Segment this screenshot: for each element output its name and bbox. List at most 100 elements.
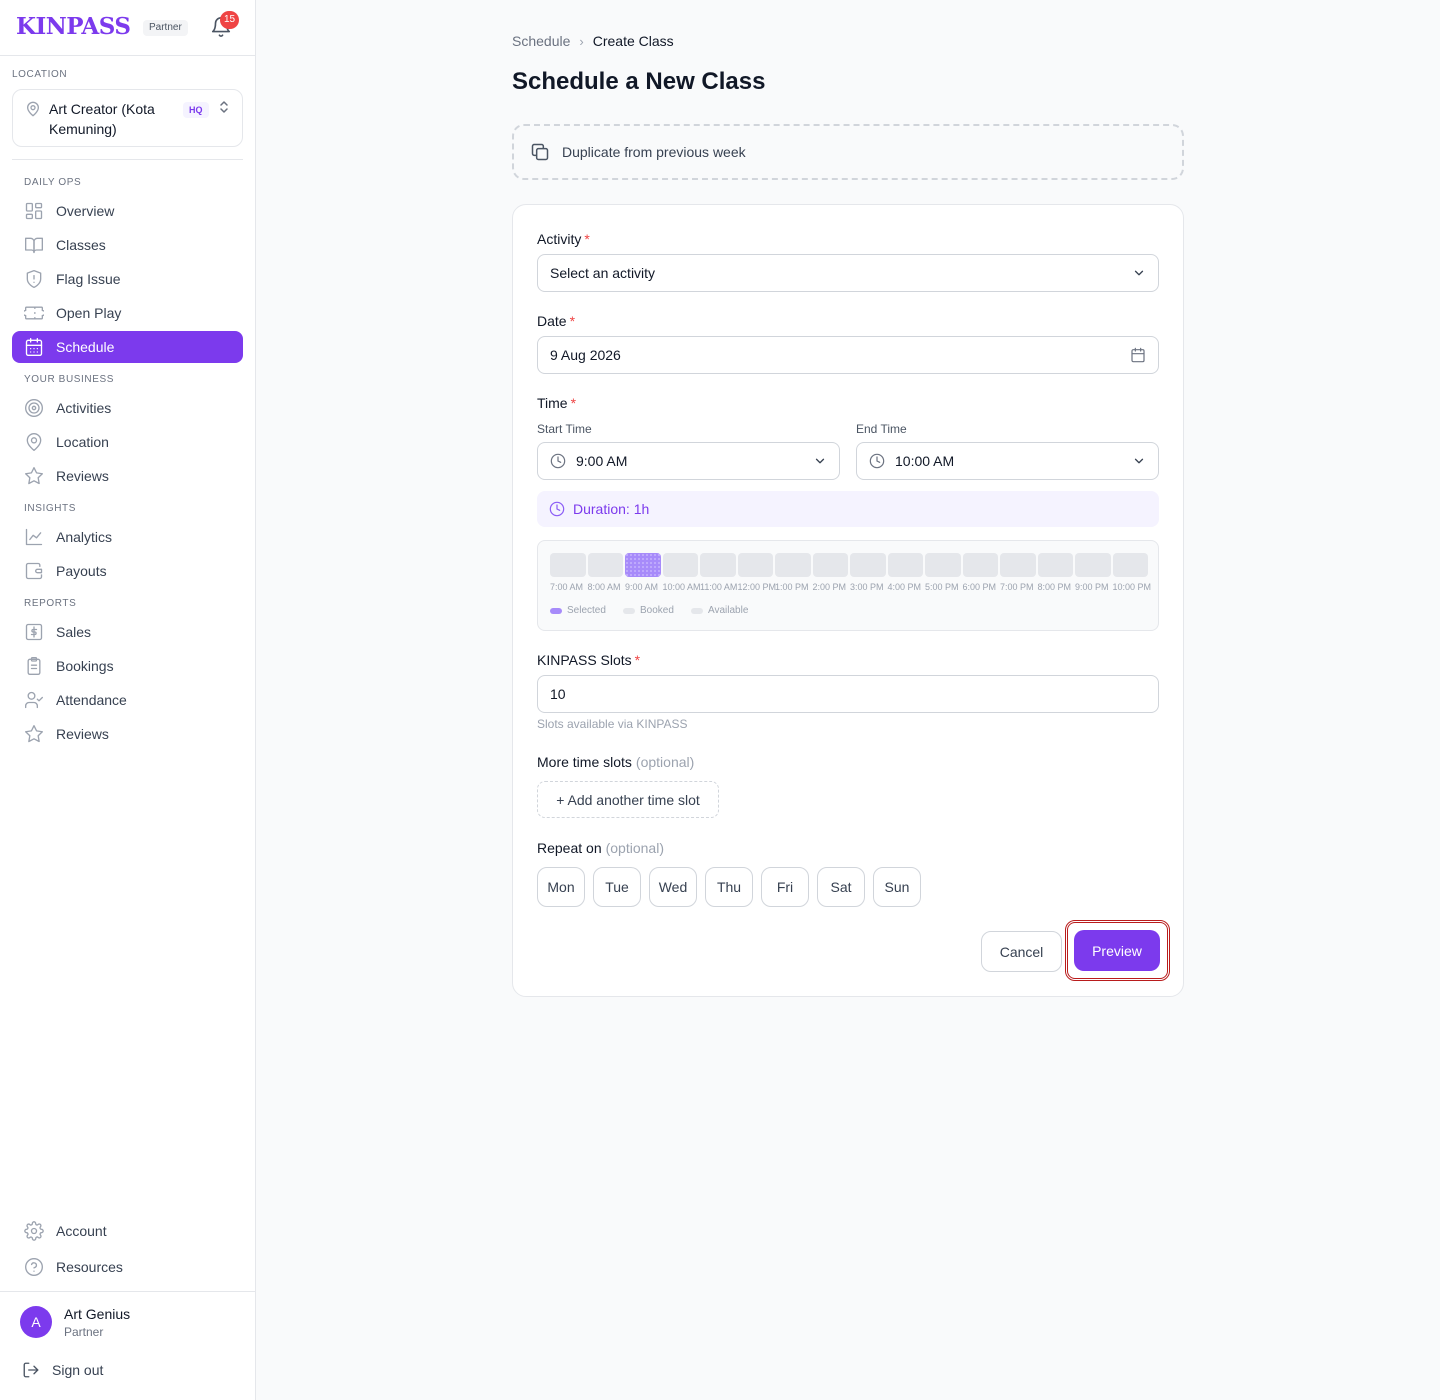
sidebar-item-attendance[interactable]: Attendance — [12, 684, 243, 716]
timeline-slot-selected[interactable] — [625, 553, 661, 577]
duplicate-previous-week-button[interactable]: Duplicate from previous week — [512, 124, 1184, 180]
chevron-down-icon — [1132, 266, 1146, 280]
location-name: Art Creator (Kota Kemuning) — [49, 101, 155, 137]
sidebar-item-label: Overview — [56, 203, 115, 219]
sidebar-item-bookings[interactable]: Bookings — [12, 650, 243, 682]
timeline-tick-label: 12:00 PM — [737, 582, 777, 592]
add-time-slot-button[interactable]: + Add another time slot — [537, 781, 719, 818]
help-circle-icon — [24, 1257, 44, 1277]
timeline-slot[interactable] — [1000, 553, 1036, 577]
sidebar-item-schedule[interactable]: Schedule — [12, 331, 243, 363]
sidebar-item-label: Bookings — [56, 658, 114, 674]
sidebar-item-label: Location — [56, 434, 109, 450]
timeline-tick-label: 5:00 PM — [925, 582, 959, 592]
timeline-slot[interactable] — [662, 553, 698, 577]
sidebar-item-location[interactable]: Location — [12, 426, 243, 458]
location-selector[interactable]: Art Creator (Kota Kemuning) HQ — [12, 89, 243, 147]
sidebar-item-label: Activities — [56, 400, 112, 416]
timeline-slot[interactable] — [850, 553, 886, 577]
timeline-tick-label: 4:00 PM — [887, 582, 922, 592]
duplicate-label: Duplicate from previous week — [562, 144, 746, 160]
start-time-select[interactable]: 9:00 AM — [537, 442, 840, 480]
timeline-slot[interactable] — [775, 553, 811, 577]
day-button-fri[interactable]: Fri — [761, 867, 809, 907]
clock-icon — [550, 453, 566, 469]
end-time-select[interactable]: 10:00 AM — [856, 442, 1159, 480]
timeline-slot[interactable] — [550, 553, 586, 577]
sign-out-label: Sign out — [52, 1362, 104, 1378]
timeline-slot[interactable] — [1112, 553, 1148, 577]
preview-button[interactable]: Preview — [1074, 930, 1160, 971]
activity-select-value: Select an activity — [550, 265, 656, 281]
timeline-slot[interactable] — [962, 553, 998, 577]
sidebar-item-reports-reviews[interactable]: Reviews — [12, 718, 243, 750]
timeline-tick-label: 8:00 AM — [587, 582, 621, 592]
timeline-slot[interactable] — [812, 553, 848, 577]
slots-value: 10 — [550, 686, 566, 702]
legend-swatch-available — [691, 607, 703, 614]
timeline-slot[interactable] — [925, 553, 961, 577]
sidebar-item-label: Analytics — [56, 529, 113, 545]
star-icon — [24, 466, 44, 486]
legend-swatch-selected — [550, 607, 562, 614]
copy-icon — [530, 142, 550, 162]
timeline-slot[interactable] — [587, 553, 623, 577]
sidebar-item-activities[interactable]: Activities — [12, 392, 243, 424]
sidebar-item-label: Open Play — [56, 305, 122, 321]
sidebar-item-resources[interactable]: Resources — [12, 1251, 243, 1283]
breadcrumb-schedule-link[interactable]: Schedule — [512, 33, 570, 49]
date-label: Date * — [537, 313, 576, 329]
legend-selected: Selected — [550, 605, 606, 616]
day-button-tue[interactable]: Tue — [593, 867, 641, 907]
sidebar-divider — [12, 159, 243, 160]
sidebar-item-analytics[interactable]: Analytics — [12, 521, 243, 553]
legend-booked: Booked — [623, 605, 674, 616]
sign-out-button[interactable]: Sign out — [22, 1359, 103, 1381]
more-slots-label: More time slots (optional) — [537, 754, 695, 770]
sidebar-item-open-play[interactable]: Open Play — [12, 297, 243, 329]
calendar-icon[interactable] — [1130, 347, 1146, 363]
day-button-thu[interactable]: Thu — [705, 867, 753, 907]
dollar-icon — [24, 622, 44, 642]
user-name: Art Genius — [64, 1306, 131, 1322]
section-label-your-business: YOUR BUSINESS — [24, 374, 115, 385]
timeline-slot[interactable] — [700, 553, 736, 577]
activity-select[interactable]: Select an activity — [537, 254, 1159, 292]
timeline-slot[interactable] — [1037, 553, 1073, 577]
sidebar-item-payouts[interactable]: Payouts — [12, 555, 243, 587]
sidebar-item-label: Flag Issue — [56, 271, 121, 287]
timeline-slot[interactable] — [887, 553, 923, 577]
location-section-label: LOCATION — [12, 69, 68, 80]
sidebar-item-classes[interactable]: Classes — [12, 229, 243, 261]
start-time-value: 9:00 AM — [576, 453, 628, 469]
sidebar-item-reviews[interactable]: Reviews — [12, 460, 243, 492]
section-label-insights: INSIGHTS — [24, 503, 77, 514]
sidebar-item-overview[interactable]: Overview — [12, 195, 243, 227]
date-value: 9 Aug 2026 — [550, 347, 621, 363]
legend-swatch-booked — [623, 607, 635, 614]
partner-tag: Partner — [143, 20, 188, 36]
sidebar-bottom-divider — [0, 1291, 255, 1292]
timeline-slot[interactable] — [1075, 553, 1111, 577]
gear-icon — [24, 1221, 44, 1241]
slots-input[interactable]: 10 — [537, 675, 1159, 713]
avatar[interactable]: A — [20, 1306, 52, 1338]
timeline-tick-label: 9:00 PM — [1075, 582, 1109, 592]
section-label-daily-ops: DAILY OPS — [24, 177, 82, 188]
day-button-sun[interactable]: Sun — [873, 867, 921, 907]
log-out-icon — [22, 1361, 40, 1379]
user-check-icon — [24, 690, 44, 710]
day-button-sat[interactable]: Sat — [817, 867, 865, 907]
sidebar-item-flag-issue[interactable]: Flag Issue — [12, 263, 243, 295]
timeline-slot[interactable] — [737, 553, 773, 577]
sidebar-item-account[interactable]: Account — [12, 1215, 243, 1247]
date-input[interactable]: 9 Aug 2026 — [537, 336, 1159, 374]
cancel-button[interactable]: Cancel — [981, 931, 1062, 972]
kinpass-logo[interactable]: KINPASS — [16, 13, 131, 40]
legend-available: Available — [691, 605, 748, 616]
day-button-wed[interactable]: Wed — [649, 867, 697, 907]
sidebar-item-sales[interactable]: Sales — [12, 616, 243, 648]
sidebar-item-label: Reviews — [56, 726, 109, 742]
time-label: Time * — [537, 395, 577, 411]
day-button-mon[interactable]: Mon — [537, 867, 585, 907]
